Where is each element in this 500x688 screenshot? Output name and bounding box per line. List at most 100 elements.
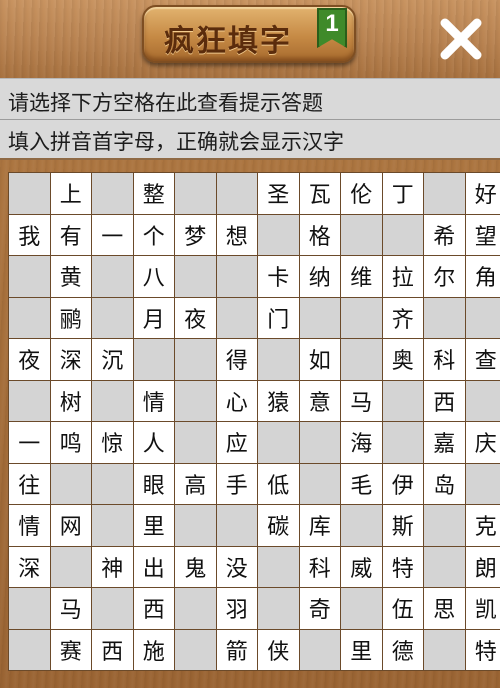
grid-cell-blank[interactable] xyxy=(9,629,50,670)
grid-cell-letter[interactable]: 心 xyxy=(216,380,257,421)
grid-cell-blank[interactable] xyxy=(382,422,423,463)
grid-cell-blank[interactable] xyxy=(465,297,500,338)
grid-cell-blank[interactable] xyxy=(424,173,465,214)
grid-cell-letter[interactable]: 整 xyxy=(133,173,174,214)
grid-cell-blank[interactable] xyxy=(465,463,500,504)
grid-cell-blank[interactable] xyxy=(382,380,423,421)
grid-cell-blank[interactable] xyxy=(216,173,257,214)
grid-cell-letter[interactable]: 马 xyxy=(50,588,91,629)
grid-cell-letter[interactable]: 猿 xyxy=(258,380,299,421)
grid-cell-blank[interactable] xyxy=(92,173,133,214)
grid-cell-letter[interactable]: 八 xyxy=(133,256,174,297)
grid-cell-letter[interactable]: 上 xyxy=(50,173,91,214)
grid-cell-blank[interactable] xyxy=(175,173,216,214)
grid-cell-blank[interactable] xyxy=(50,546,91,587)
grid-cell-letter[interactable]: 望 xyxy=(465,214,500,255)
grid-cell-letter[interactable]: 情 xyxy=(133,380,174,421)
grid-cell-letter[interactable]: 施 xyxy=(133,629,174,670)
grid-cell-letter[interactable]: 圣 xyxy=(258,173,299,214)
grid-cell-letter[interactable]: 好 xyxy=(465,173,500,214)
grid-cell-letter[interactable]: 往 xyxy=(9,463,50,504)
grid-cell-letter[interactable]: 情 xyxy=(9,505,50,546)
grid-cell-blank[interactable] xyxy=(299,629,340,670)
grid-cell-letter[interactable]: 角 xyxy=(465,256,500,297)
grid-cell-letter[interactable]: 科 xyxy=(424,339,465,380)
grid-cell-blank[interactable] xyxy=(9,256,50,297)
grid-cell-blank[interactable] xyxy=(9,380,50,421)
grid-cell-letter[interactable]: 朗 xyxy=(465,546,500,587)
grid-cell-blank[interactable] xyxy=(341,339,382,380)
grid-cell-blank[interactable] xyxy=(216,505,257,546)
grid-cell-letter[interactable]: 眼 xyxy=(133,463,174,504)
grid-cell-letter[interactable]: 查 xyxy=(465,339,500,380)
grid-cell-letter[interactable]: 黄 xyxy=(50,256,91,297)
grid-cell-letter[interactable]: 卡 xyxy=(258,256,299,297)
grid-cell-blank[interactable] xyxy=(216,297,257,338)
grid-cell-letter[interactable]: 一 xyxy=(92,214,133,255)
grid-cell-letter[interactable]: 我 xyxy=(9,214,50,255)
grid-cell-blank[interactable] xyxy=(175,629,216,670)
grid-cell-blank[interactable] xyxy=(258,546,299,587)
grid-cell-blank[interactable] xyxy=(341,297,382,338)
grid-cell-blank[interactable] xyxy=(9,173,50,214)
grid-cell-letter[interactable]: 奥 xyxy=(382,339,423,380)
grid-cell-blank[interactable] xyxy=(424,629,465,670)
grid-cell-letter[interactable]: 深 xyxy=(9,546,50,587)
grid-cell-blank[interactable] xyxy=(258,422,299,463)
grid-cell-letter[interactable]: 鹂 xyxy=(50,297,91,338)
grid-cell-letter[interactable]: 侠 xyxy=(258,629,299,670)
grid-cell-letter[interactable]: 网 xyxy=(50,505,91,546)
grid-cell-blank[interactable] xyxy=(9,588,50,629)
grid-cell-letter[interactable]: 应 xyxy=(216,422,257,463)
grid-cell-blank[interactable] xyxy=(92,505,133,546)
grid-cell-blank[interactable] xyxy=(382,214,423,255)
grid-cell-letter[interactable]: 一 xyxy=(9,422,50,463)
grid-cell-blank[interactable] xyxy=(258,214,299,255)
grid-cell-letter[interactable]: 里 xyxy=(341,629,382,670)
grid-cell-blank[interactable] xyxy=(9,297,50,338)
grid-cell-letter[interactable]: 拉 xyxy=(382,256,423,297)
grid-cell-letter[interactable]: 特 xyxy=(465,629,500,670)
grid-cell-letter[interactable]: 个 xyxy=(133,214,174,255)
grid-cell-letter[interactable]: 凯 xyxy=(465,588,500,629)
grid-cell-letter[interactable]: 纳 xyxy=(299,256,340,297)
grid-cell-letter[interactable]: 树 xyxy=(50,380,91,421)
grid-cell-blank[interactable] xyxy=(175,380,216,421)
grid-cell-letter[interactable]: 齐 xyxy=(382,297,423,338)
grid-cell-letter[interactable]: 碳 xyxy=(258,505,299,546)
grid-cell-letter[interactable]: 低 xyxy=(258,463,299,504)
close-button[interactable] xyxy=(436,14,486,64)
grid-cell-blank[interactable] xyxy=(341,588,382,629)
grid-cell-letter[interactable]: 夜 xyxy=(175,297,216,338)
grid-cell-blank[interactable] xyxy=(258,339,299,380)
grid-cell-letter[interactable]: 惊 xyxy=(92,422,133,463)
grid-cell-letter[interactable]: 特 xyxy=(382,546,423,587)
grid-cell-blank[interactable] xyxy=(175,505,216,546)
grid-cell-letter[interactable]: 没 xyxy=(216,546,257,587)
grid-cell-letter[interactable]: 瓦 xyxy=(299,173,340,214)
grid-cell-letter[interactable]: 毛 xyxy=(341,463,382,504)
grid-cell-letter[interactable]: 鸣 xyxy=(50,422,91,463)
grid-cell-letter[interactable]: 思 xyxy=(424,588,465,629)
grid-cell-blank[interactable] xyxy=(465,380,500,421)
grid-cell-blank[interactable] xyxy=(175,588,216,629)
grid-cell-letter[interactable]: 斯 xyxy=(382,505,423,546)
grid-cell-letter[interactable]: 克 xyxy=(465,505,500,546)
grid-cell-letter[interactable]: 得 xyxy=(216,339,257,380)
grid-cell-blank[interactable] xyxy=(424,297,465,338)
grid-cell-blank[interactable] xyxy=(175,256,216,297)
grid-cell-blank[interactable] xyxy=(341,214,382,255)
grid-cell-letter[interactable]: 西 xyxy=(92,629,133,670)
grid-cell-blank[interactable] xyxy=(92,463,133,504)
grid-cell-blank[interactable] xyxy=(299,297,340,338)
grid-cell-blank[interactable] xyxy=(341,505,382,546)
grid-cell-letter[interactable]: 手 xyxy=(216,463,257,504)
grid-cell-blank[interactable] xyxy=(133,339,174,380)
grid-cell-letter[interactable]: 西 xyxy=(424,380,465,421)
grid-cell-blank[interactable] xyxy=(175,339,216,380)
grid-cell-letter[interactable]: 德 xyxy=(382,629,423,670)
grid-cell-blank[interactable] xyxy=(216,256,257,297)
grid-cell-letter[interactable]: 马 xyxy=(341,380,382,421)
grid-cell-blank[interactable] xyxy=(175,422,216,463)
grid-cell-letter[interactable]: 赛 xyxy=(50,629,91,670)
